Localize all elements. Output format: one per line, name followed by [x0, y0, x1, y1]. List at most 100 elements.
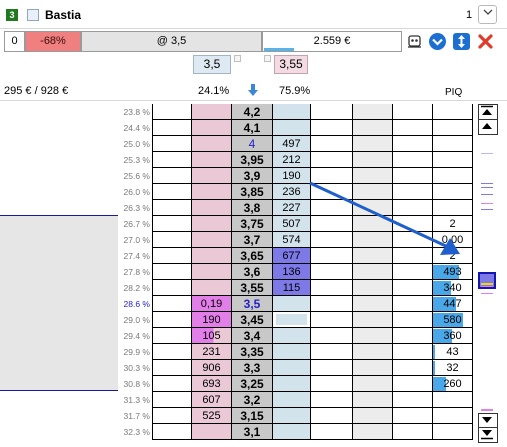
- back-volume-cell[interactable]: [192, 280, 232, 296]
- lay-volume-cell[interactable]: 136: [273, 264, 311, 280]
- back-volume-cell[interactable]: [192, 152, 232, 168]
- my-back-cell[interactable]: [152, 152, 192, 168]
- back-volume-cell[interactable]: 906: [192, 360, 232, 376]
- my-back-cell[interactable]: [152, 232, 192, 248]
- best-back-price-box[interactable]: 3,5: [193, 55, 231, 74]
- back-volume-cell[interactable]: 693: [192, 376, 232, 392]
- lay-volume-cell[interactable]: [273, 408, 311, 424]
- my-lay-cell[interactable]: [311, 104, 353, 120]
- price-cell[interactable]: 3,6: [232, 264, 273, 280]
- price-cell[interactable]: 3,85: [232, 184, 273, 200]
- my-lay-cell[interactable]: [311, 264, 353, 280]
- lay-volume-cell[interactable]: [273, 344, 311, 360]
- my-back-cell[interactable]: [152, 344, 192, 360]
- lay-volume-cell[interactable]: [273, 392, 311, 408]
- my-lay-cell[interactable]: [311, 280, 353, 296]
- my-back-cell[interactable]: [152, 376, 192, 392]
- price-cell[interactable]: 3,15: [232, 408, 273, 424]
- my-lay-cell[interactable]: [311, 344, 353, 360]
- market-dropdown-button[interactable]: [478, 5, 497, 24]
- back-volume-cell[interactable]: [192, 248, 232, 264]
- back-volume-cell[interactable]: [192, 200, 232, 216]
- close-button[interactable]: [476, 32, 495, 51]
- my-lay-cell[interactable]: [311, 296, 353, 312]
- lay-volume-cell[interactable]: [273, 296, 311, 312]
- my-lay-cell[interactable]: [311, 392, 353, 408]
- my-back-cell[interactable]: [152, 296, 192, 312]
- my-lay-cell[interactable]: [311, 408, 353, 424]
- my-lay-cell[interactable]: [311, 136, 353, 152]
- my-back-cell[interactable]: [152, 360, 192, 376]
- back-volume-cell[interactable]: [192, 216, 232, 232]
- back-volume-cell[interactable]: 607: [192, 392, 232, 408]
- my-lay-cell[interactable]: [311, 360, 353, 376]
- odds-field[interactable]: @ 3,5: [81, 31, 262, 52]
- my-lay-cell[interactable]: [311, 424, 353, 440]
- scroll-thumb[interactable]: [478, 272, 496, 289]
- my-back-cell[interactable]: [152, 216, 192, 232]
- my-back-cell[interactable]: [152, 328, 192, 344]
- lay-volume-cell[interactable]: [273, 104, 311, 120]
- my-lay-cell[interactable]: [311, 312, 353, 328]
- swap-button[interactable]: [452, 32, 471, 51]
- price-cell[interactable]: 3,55: [232, 280, 273, 296]
- lay-volume-cell[interactable]: [273, 328, 311, 344]
- back-volume-cell[interactable]: [192, 104, 232, 120]
- price-cell[interactable]: 3,8: [232, 200, 273, 216]
- price-cell[interactable]: 4,1: [232, 120, 273, 136]
- lay-volume-cell[interactable]: 497: [273, 136, 311, 152]
- back-volume-cell[interactable]: [192, 232, 232, 248]
- price-cell[interactable]: 3,5: [232, 296, 273, 312]
- price-cell[interactable]: 3,3: [232, 360, 273, 376]
- price-cell[interactable]: 3,1: [232, 424, 273, 440]
- price-cell[interactable]: 4,2: [232, 104, 273, 120]
- price-cell[interactable]: 3,75: [232, 216, 273, 232]
- lay-volume-cell[interactable]: [273, 376, 311, 392]
- price-cell[interactable]: 3,25: [232, 376, 273, 392]
- back-volume-cell[interactable]: [192, 136, 232, 152]
- price-cell[interactable]: 3,2: [232, 392, 273, 408]
- my-back-cell[interactable]: [152, 168, 192, 184]
- my-back-cell[interactable]: [152, 280, 192, 296]
- back-volume-cell[interactable]: [192, 120, 232, 136]
- my-back-cell[interactable]: [152, 200, 192, 216]
- price-cell[interactable]: 3,45: [232, 312, 273, 328]
- my-back-cell[interactable]: [152, 392, 192, 408]
- my-back-cell[interactable]: [152, 248, 192, 264]
- back-volume-cell[interactable]: [192, 184, 232, 200]
- my-back-cell[interactable]: [152, 408, 192, 424]
- price-cell[interactable]: 3,9: [232, 168, 273, 184]
- scroll-bottom-button[interactable]: [478, 427, 498, 443]
- lay-volume-cell[interactable]: [273, 120, 311, 136]
- lay-volume-cell[interactable]: 212: [273, 152, 311, 168]
- my-lay-cell[interactable]: [311, 376, 353, 392]
- best-lay-price-box[interactable]: 3,55: [274, 55, 308, 74]
- ladder-scroller[interactable]: [476, 103, 498, 443]
- back-volume-cell[interactable]: 0,19: [192, 296, 232, 312]
- robot-button[interactable]: [405, 32, 424, 51]
- my-lay-cell[interactable]: [311, 120, 353, 136]
- price-cell[interactable]: 3,4: [232, 328, 273, 344]
- order-count-field[interactable]: 0: [4, 31, 25, 52]
- back-volume-cell[interactable]: 525: [192, 408, 232, 424]
- lay-price-toggle[interactable]: [264, 55, 271, 62]
- my-back-cell[interactable]: [152, 424, 192, 440]
- select-checkbox[interactable]: [27, 9, 39, 21]
- price-cell[interactable]: 3,7: [232, 232, 273, 248]
- scroll-to-price-button[interactable]: [247, 83, 259, 100]
- price-cell[interactable]: 4: [232, 136, 273, 152]
- my-lay-cell[interactable]: [311, 328, 353, 344]
- my-lay-cell[interactable]: [311, 152, 353, 168]
- my-back-cell[interactable]: [152, 104, 192, 120]
- back-volume-cell[interactable]: [192, 424, 232, 440]
- back-volume-cell[interactable]: 105: [192, 328, 232, 344]
- chevron-down-circle-button[interactable]: [428, 32, 447, 51]
- scroll-top-button[interactable]: [478, 104, 498, 120]
- back-price-toggle[interactable]: [234, 55, 241, 62]
- back-volume-cell[interactable]: 190: [192, 312, 232, 328]
- my-back-cell[interactable]: [152, 264, 192, 280]
- price-cell[interactable]: 3,65: [232, 248, 273, 264]
- back-volume-cell[interactable]: 231: [192, 344, 232, 360]
- my-back-cell[interactable]: [152, 184, 192, 200]
- lay-volume-cell[interactable]: 115: [273, 280, 311, 296]
